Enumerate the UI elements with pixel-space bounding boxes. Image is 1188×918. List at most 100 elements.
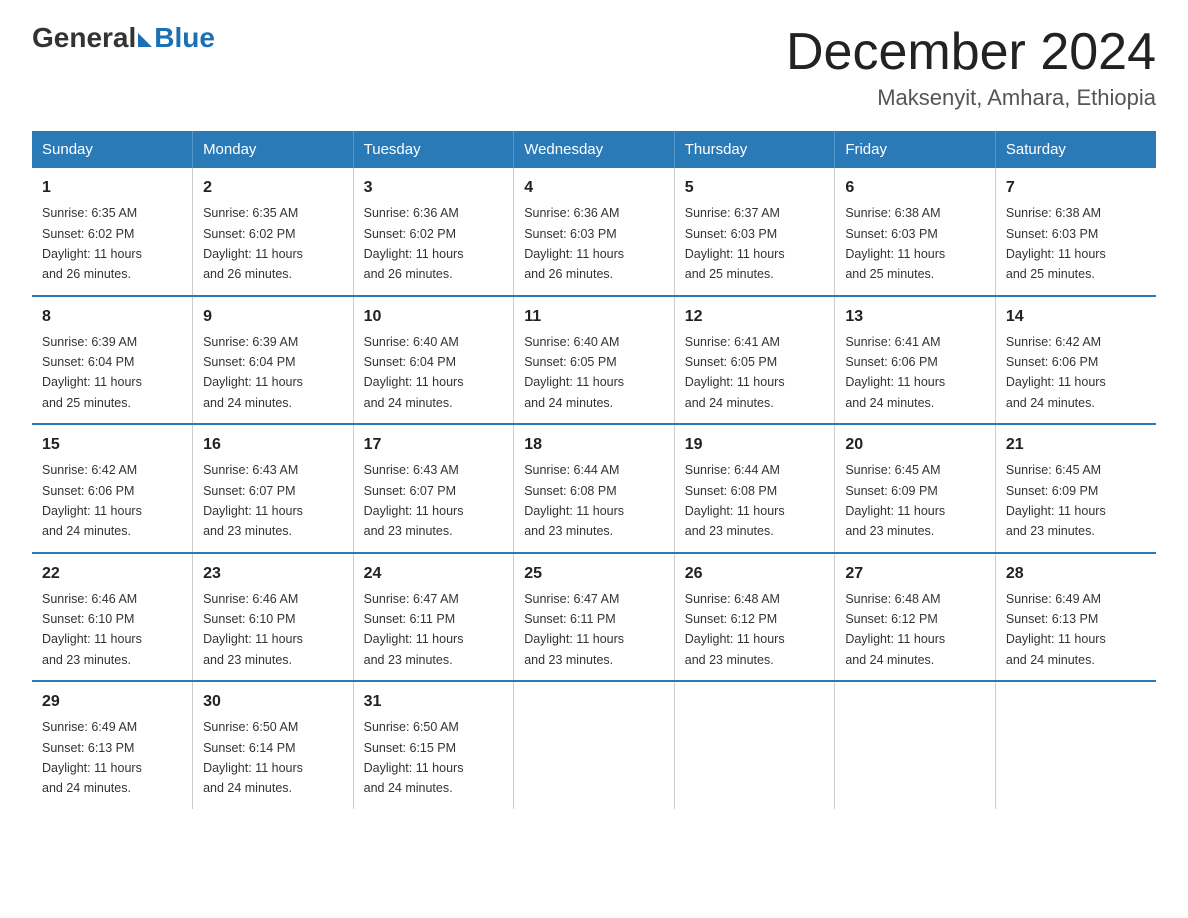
week-row-3: 15 Sunrise: 6:42 AMSunset: 6:06 PMDaylig… (32, 424, 1156, 553)
day-cell: 31 Sunrise: 6:50 AMSunset: 6:15 PMDaylig… (353, 681, 514, 809)
day-info: Sunrise: 6:48 AMSunset: 6:12 PMDaylight:… (685, 592, 785, 667)
day-cell: 26 Sunrise: 6:48 AMSunset: 6:12 PMDaylig… (674, 553, 835, 682)
day-number: 26 (685, 562, 825, 586)
day-cell: 2 Sunrise: 6:35 AMSunset: 6:02 PMDayligh… (193, 168, 354, 296)
day-info: Sunrise: 6:46 AMSunset: 6:10 PMDaylight:… (42, 592, 142, 667)
header-friday: Friday (835, 131, 996, 168)
day-cell: 20 Sunrise: 6:45 AMSunset: 6:09 PMDaylig… (835, 424, 996, 553)
day-cell: 12 Sunrise: 6:41 AMSunset: 6:05 PMDaylig… (674, 296, 835, 425)
day-number: 8 (42, 305, 182, 329)
page-header: General Blue December 2024 Maksenyit, Am… (32, 24, 1156, 111)
day-cell: 3 Sunrise: 6:36 AMSunset: 6:02 PMDayligh… (353, 168, 514, 296)
day-info: Sunrise: 6:37 AMSunset: 6:03 PMDaylight:… (685, 206, 785, 281)
day-cell: 9 Sunrise: 6:39 AMSunset: 6:04 PMDayligh… (193, 296, 354, 425)
day-info: Sunrise: 6:49 AMSunset: 6:13 PMDaylight:… (1006, 592, 1106, 667)
day-number: 21 (1006, 433, 1146, 457)
day-info: Sunrise: 6:41 AMSunset: 6:06 PMDaylight:… (845, 335, 945, 410)
header-monday: Monday (193, 131, 354, 168)
day-info: Sunrise: 6:36 AMSunset: 6:03 PMDaylight:… (524, 206, 624, 281)
day-cell: 18 Sunrise: 6:44 AMSunset: 6:08 PMDaylig… (514, 424, 675, 553)
day-info: Sunrise: 6:35 AMSunset: 6:02 PMDaylight:… (42, 206, 142, 281)
day-cell: 30 Sunrise: 6:50 AMSunset: 6:14 PMDaylig… (193, 681, 354, 809)
header-row: SundayMondayTuesdayWednesdayThursdayFrid… (32, 131, 1156, 168)
day-info: Sunrise: 6:42 AMSunset: 6:06 PMDaylight:… (42, 463, 142, 538)
title-area: December 2024 Maksenyit, Amhara, Ethiopi… (786, 24, 1156, 111)
calendar-title: December 2024 (786, 24, 1156, 81)
day-cell: 7 Sunrise: 6:38 AMSunset: 6:03 PMDayligh… (995, 168, 1156, 296)
header-wednesday: Wednesday (514, 131, 675, 168)
day-number: 6 (845, 176, 985, 200)
header-thursday: Thursday (674, 131, 835, 168)
day-cell: 21 Sunrise: 6:45 AMSunset: 6:09 PMDaylig… (995, 424, 1156, 553)
day-cell: 19 Sunrise: 6:44 AMSunset: 6:08 PMDaylig… (674, 424, 835, 553)
day-number: 19 (685, 433, 825, 457)
day-cell: 13 Sunrise: 6:41 AMSunset: 6:06 PMDaylig… (835, 296, 996, 425)
day-cell (674, 681, 835, 809)
day-number: 31 (364, 690, 504, 714)
header-sunday: Sunday (32, 131, 193, 168)
day-number: 5 (685, 176, 825, 200)
week-row-4: 22 Sunrise: 6:46 AMSunset: 6:10 PMDaylig… (32, 553, 1156, 682)
day-number: 28 (1006, 562, 1146, 586)
day-info: Sunrise: 6:50 AMSunset: 6:15 PMDaylight:… (364, 720, 464, 795)
day-cell: 24 Sunrise: 6:47 AMSunset: 6:11 PMDaylig… (353, 553, 514, 682)
day-info: Sunrise: 6:45 AMSunset: 6:09 PMDaylight:… (845, 463, 945, 538)
day-info: Sunrise: 6:41 AMSunset: 6:05 PMDaylight:… (685, 335, 785, 410)
logo-arrow-icon (138, 33, 152, 47)
day-info: Sunrise: 6:50 AMSunset: 6:14 PMDaylight:… (203, 720, 303, 795)
calendar-subtitle: Maksenyit, Amhara, Ethiopia (786, 85, 1156, 111)
day-number: 18 (524, 433, 664, 457)
day-number: 29 (42, 690, 182, 714)
day-cell: 15 Sunrise: 6:42 AMSunset: 6:06 PMDaylig… (32, 424, 193, 553)
week-row-2: 8 Sunrise: 6:39 AMSunset: 6:04 PMDayligh… (32, 296, 1156, 425)
day-info: Sunrise: 6:44 AMSunset: 6:08 PMDaylight:… (524, 463, 624, 538)
day-cell: 10 Sunrise: 6:40 AMSunset: 6:04 PMDaylig… (353, 296, 514, 425)
day-number: 11 (524, 305, 664, 329)
day-info: Sunrise: 6:46 AMSunset: 6:10 PMDaylight:… (203, 592, 303, 667)
day-cell: 11 Sunrise: 6:40 AMSunset: 6:05 PMDaylig… (514, 296, 675, 425)
day-info: Sunrise: 6:43 AMSunset: 6:07 PMDaylight:… (203, 463, 303, 538)
day-cell: 1 Sunrise: 6:35 AMSunset: 6:02 PMDayligh… (32, 168, 193, 296)
day-cell (835, 681, 996, 809)
day-cell: 4 Sunrise: 6:36 AMSunset: 6:03 PMDayligh… (514, 168, 675, 296)
day-number: 12 (685, 305, 825, 329)
day-number: 24 (364, 562, 504, 586)
day-cell (514, 681, 675, 809)
day-number: 25 (524, 562, 664, 586)
day-number: 13 (845, 305, 985, 329)
day-number: 27 (845, 562, 985, 586)
day-cell: 22 Sunrise: 6:46 AMSunset: 6:10 PMDaylig… (32, 553, 193, 682)
day-cell: 6 Sunrise: 6:38 AMSunset: 6:03 PMDayligh… (835, 168, 996, 296)
day-cell: 17 Sunrise: 6:43 AMSunset: 6:07 PMDaylig… (353, 424, 514, 553)
day-info: Sunrise: 6:45 AMSunset: 6:09 PMDaylight:… (1006, 463, 1106, 538)
day-cell: 14 Sunrise: 6:42 AMSunset: 6:06 PMDaylig… (995, 296, 1156, 425)
calendar-table: SundayMondayTuesdayWednesdayThursdayFrid… (32, 131, 1156, 809)
day-cell: 28 Sunrise: 6:49 AMSunset: 6:13 PMDaylig… (995, 553, 1156, 682)
week-row-5: 29 Sunrise: 6:49 AMSunset: 6:13 PMDaylig… (32, 681, 1156, 809)
day-info: Sunrise: 6:48 AMSunset: 6:12 PMDaylight:… (845, 592, 945, 667)
day-number: 4 (524, 176, 664, 200)
day-info: Sunrise: 6:40 AMSunset: 6:04 PMDaylight:… (364, 335, 464, 410)
day-info: Sunrise: 6:36 AMSunset: 6:02 PMDaylight:… (364, 206, 464, 281)
day-cell: 5 Sunrise: 6:37 AMSunset: 6:03 PMDayligh… (674, 168, 835, 296)
day-cell: 8 Sunrise: 6:39 AMSunset: 6:04 PMDayligh… (32, 296, 193, 425)
day-number: 30 (203, 690, 343, 714)
day-cell: 29 Sunrise: 6:49 AMSunset: 6:13 PMDaylig… (32, 681, 193, 809)
day-number: 2 (203, 176, 343, 200)
day-info: Sunrise: 6:49 AMSunset: 6:13 PMDaylight:… (42, 720, 142, 795)
day-info: Sunrise: 6:40 AMSunset: 6:05 PMDaylight:… (524, 335, 624, 410)
day-number: 7 (1006, 176, 1146, 200)
day-number: 3 (364, 176, 504, 200)
day-number: 9 (203, 305, 343, 329)
logo-blue-text: Blue (154, 24, 215, 52)
day-number: 15 (42, 433, 182, 457)
day-cell: 16 Sunrise: 6:43 AMSunset: 6:07 PMDaylig… (193, 424, 354, 553)
day-number: 23 (203, 562, 343, 586)
header-saturday: Saturday (995, 131, 1156, 168)
day-info: Sunrise: 6:38 AMSunset: 6:03 PMDaylight:… (845, 206, 945, 281)
header-tuesday: Tuesday (353, 131, 514, 168)
logo: General Blue (32, 24, 215, 52)
day-number: 10 (364, 305, 504, 329)
day-info: Sunrise: 6:38 AMSunset: 6:03 PMDaylight:… (1006, 206, 1106, 281)
day-number: 20 (845, 433, 985, 457)
